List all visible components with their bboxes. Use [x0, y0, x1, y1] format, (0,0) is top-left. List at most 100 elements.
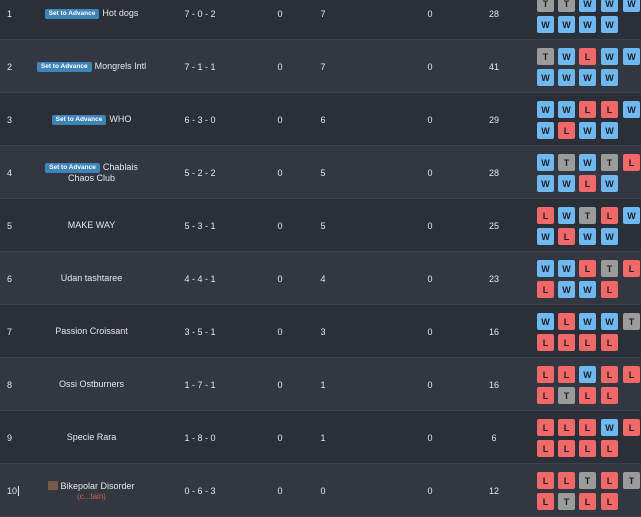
- rank-cell: 4: [7, 146, 31, 199]
- table-row: 1 Set to Advance Hot dogs 7 - 0 - 2 0 7 0 28 T T W…: [0, 0, 641, 40]
- team-name[interactable]: Udan tashtaree: [61, 273, 123, 283]
- team-name[interactable]: Mongrels Intl: [95, 61, 147, 71]
- team-name[interactable]: Hot dogs: [102, 8, 138, 18]
- form-result-badge: T: [558, 0, 575, 12]
- team-cell: Passion Croissant: [35, 305, 148, 358]
- form-result-badge: W: [579, 154, 596, 171]
- form-result-badge: W: [601, 313, 618, 330]
- table-row: 8 Ossi Ostburners 1 - 7 - 1 0 1 0 16 L L W L L L T L L: [0, 358, 641, 411]
- table-row: 5 MAKE WAY 5 - 3 - 1 0 5 0 25 L W T L W W L W W: [0, 199, 641, 252]
- team-name[interactable]: Specie Rara: [67, 432, 117, 442]
- team-cell: MAKE WAY: [35, 199, 148, 252]
- form-result-badge: L: [558, 228, 575, 245]
- stat-cell: 16: [488, 379, 499, 390]
- stat-cell: 0: [427, 8, 433, 19]
- team-cell: Ossi Ostburners: [35, 358, 148, 411]
- team-flair: (c...tain): [77, 491, 106, 501]
- form-guide: LLWLLLTLL: [537, 358, 641, 411]
- form-result-badge: L: [537, 440, 554, 457]
- form-result-badge: W: [537, 16, 554, 33]
- record-cell: 5 - 3 - 1: [184, 220, 216, 231]
- form-result-badge: T: [558, 493, 575, 510]
- team-cell: Set to Advance Hot dogs: [35, 0, 148, 40]
- stat-cell: 5: [320, 220, 326, 231]
- stat-cell: 25: [488, 220, 499, 231]
- table-row: 3 Set to Advance WHO 6 - 3 - 0 0 6 0 29 W W L L W W L W…: [0, 93, 641, 146]
- form-result-badge: L: [601, 387, 618, 404]
- form-result-badge: W: [601, 228, 618, 245]
- form-result-badge: L: [558, 419, 575, 436]
- team-name[interactable]: Ossi Ostburners: [59, 379, 124, 389]
- form-result-badge: L: [537, 281, 554, 298]
- rank-cell: 2: [7, 40, 31, 93]
- form-result-badge: T: [601, 260, 618, 277]
- stat-cell: 0: [427, 61, 433, 72]
- team-name[interactable]: MAKE WAY: [68, 220, 116, 230]
- table-row: 4 Set to Advance Chablais Chaos Club 5 - 2 …: [0, 146, 641, 199]
- rank-value: 6: [7, 273, 13, 284]
- rank-value: 1: [7, 8, 13, 19]
- team-cell: Udan tashtaree: [35, 252, 148, 305]
- form-guide: LLTLTLTLL: [537, 464, 641, 517]
- form-result-badge: W: [537, 313, 554, 330]
- form-result-badge: W: [579, 69, 596, 86]
- stat-cell: 0: [427, 114, 433, 125]
- stat-cell: 23: [488, 273, 499, 284]
- stat-cell: 0: [277, 8, 283, 19]
- stat-cell: 5: [320, 167, 326, 178]
- form-result-badge: W: [537, 154, 554, 171]
- form-result-badge: W: [623, 48, 640, 65]
- form-result-badge: W: [579, 122, 596, 139]
- stat-cell: 0: [277, 61, 283, 72]
- record-cell: 1 - 8 - 0: [184, 432, 216, 443]
- form-result-badge: W: [601, 175, 618, 192]
- stat-cell: 0: [427, 167, 433, 178]
- form-result-badge: L: [537, 419, 554, 436]
- team-name[interactable]: WHO: [109, 114, 131, 124]
- form-result-badge: T: [537, 0, 554, 12]
- stat-cell: 12: [488, 485, 499, 496]
- form-result-badge: W: [601, 122, 618, 139]
- stat-cell: 0: [277, 432, 283, 443]
- form-result-badge: L: [601, 493, 618, 510]
- rank-cell: 1: [7, 0, 31, 40]
- rank-value: 9: [7, 432, 13, 443]
- form-result-badge: L: [601, 207, 618, 224]
- form-result-badge: L: [558, 472, 575, 489]
- rank-cell: 9: [7, 411, 31, 464]
- team-name[interactable]: Bikepolar Disorder: [60, 481, 134, 491]
- record-cell: 7 - 1 - 1: [184, 61, 216, 72]
- team-cell: Bikepolar Disorder (c...tain): [35, 464, 148, 517]
- table-row: 7 Passion Croissant 3 - 5 - 1 0 3 0 16 W L W W T L L L…: [0, 305, 641, 358]
- set-to-advance-button[interactable]: Set to Advance: [51, 115, 107, 125]
- rank-cell: 6: [7, 252, 31, 305]
- form-result-badge: W: [601, 0, 618, 12]
- form-result-badge: T: [558, 154, 575, 171]
- form-result-badge: W: [579, 366, 596, 383]
- form-result-badge: W: [601, 419, 618, 436]
- rank-value: 2: [7, 61, 13, 72]
- form-result-badge: L: [558, 334, 575, 351]
- form-result-badge: L: [601, 472, 618, 489]
- form-result-badge: L: [579, 175, 596, 192]
- form-result-badge: W: [623, 0, 640, 12]
- record-cell: 6 - 3 - 0: [184, 114, 216, 125]
- set-to-advance-button[interactable]: Set to Advance: [45, 162, 100, 173]
- stat-cell: 28: [488, 167, 499, 178]
- stat-cell: 41: [488, 61, 499, 72]
- team-name[interactable]: Passion Croissant: [55, 326, 128, 336]
- form-result-badge: W: [537, 260, 554, 277]
- form-result-badge: L: [558, 313, 575, 330]
- stat-cell: 0: [427, 432, 433, 443]
- table-row: 2 Set to Advance Mongrels Intl 7 - 1 - 1 0 7 0…: [0, 40, 641, 93]
- form-result-badge: L: [579, 260, 596, 277]
- set-to-advance-button[interactable]: Set to Advance: [36, 62, 92, 72]
- form-result-badge: L: [601, 101, 618, 118]
- form-result-badge: W: [537, 228, 554, 245]
- form-result-badge: W: [601, 69, 618, 86]
- rank-value: 3: [7, 114, 13, 125]
- form-result-badge: W: [623, 207, 640, 224]
- form-result-badge: W: [579, 281, 596, 298]
- set-to-advance-button[interactable]: Set to Advance: [44, 9, 100, 19]
- form-guide: TWLWWWWWW: [537, 40, 641, 93]
